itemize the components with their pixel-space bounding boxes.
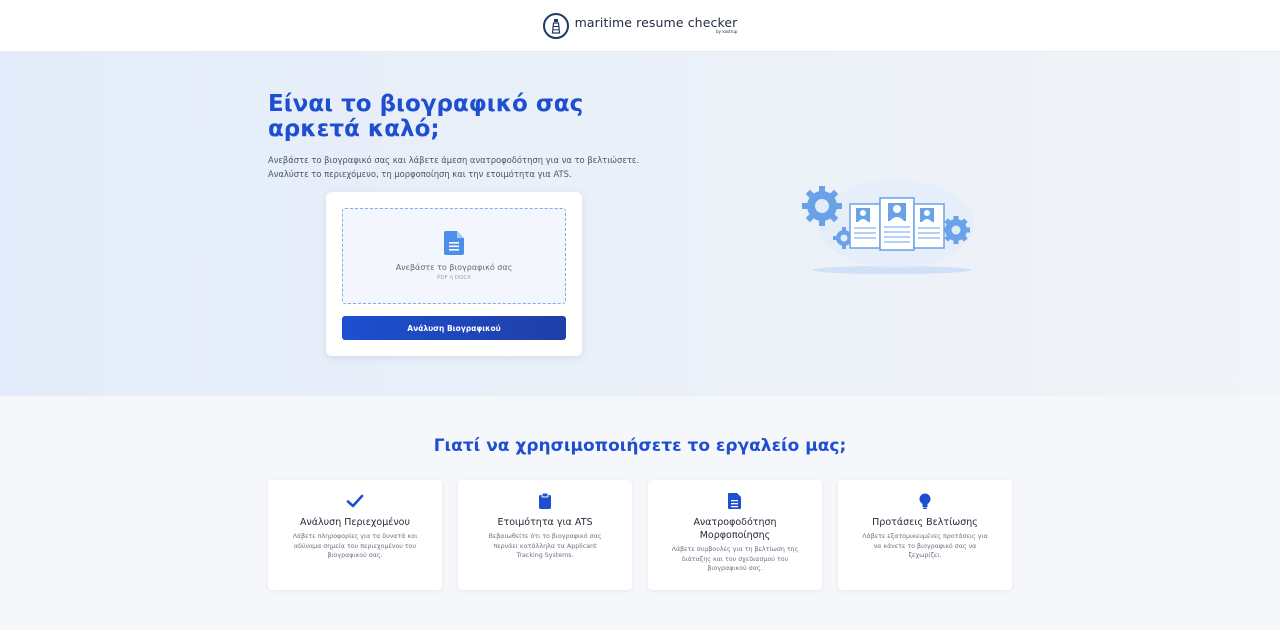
feature-description: Λάβετε συμβουλές για τη βελτίωση της διά…	[671, 546, 799, 572]
upload-card: Ανεβάστε το βιογραφικό σας PDF ή DOCX Αν…	[326, 192, 582, 356]
feature-description: Λάβετε εξατομικευμένες προτάσεις για να …	[862, 533, 988, 559]
dropzone-formats: PDF ή DOCX	[437, 275, 471, 281]
gear-icon	[802, 186, 842, 226]
feature-title: Προτάσεις Βελτίωσης	[872, 517, 978, 528]
dropzone-label: Ανεβάστε το βιογραφικό σας	[395, 263, 513, 272]
document-upload-icon	[444, 231, 464, 259]
feature-card-ats-readiness: Ετοιμότητα για ATS Βεβαιωθείτε ότι το βι…	[458, 480, 632, 590]
top-bar: maritime resume checker by kastrup	[0, 0, 1280, 52]
feature-card-formatting-feedback: Ανατροφοδότηση Μορφοποίησης Λάβετε συμβο…	[648, 480, 822, 590]
brand-logo[interactable]: maritime resume checker by kastrup	[542, 12, 738, 39]
document-icon	[726, 492, 744, 510]
feature-title: Ετοιμότητα για ATS	[497, 517, 593, 528]
resume-gears-illustration	[796, 172, 980, 280]
feature-card-content-analysis: Ανάλυση Περιεχομένου Λάβετε πληροφορίες …	[268, 480, 442, 590]
feature-title: Ανάλυση Περιεχομένου	[299, 517, 410, 528]
file-dropzone[interactable]: Ανεβάστε το βιογραφικό σας PDF ή DOCX	[342, 208, 566, 304]
gear-icon	[942, 216, 970, 244]
feature-title: Ανατροφοδότηση Μορφοποίησης	[693, 517, 777, 541]
brand-subtitle: by kastrup	[716, 29, 738, 35]
lightbulb-icon	[916, 492, 934, 510]
analyze-resume-button[interactable]: Ανάλυση Βιογραφικού	[342, 316, 566, 340]
clipboard-icon	[536, 492, 554, 510]
check-icon	[346, 492, 364, 510]
resume-document-icon	[849, 203, 881, 249]
feature-description: Βεβαιωθείτε ότι το βιογραφικό σας περνάε…	[488, 533, 602, 559]
feature-description: Λάβετε πληροφορίες για τα δυνατά και αδύ…	[292, 533, 418, 559]
lighthouse-icon	[542, 12, 569, 39]
resume-document-icon	[913, 203, 945, 249]
brand-name: maritime resume checker	[574, 14, 738, 30]
hero-title: Είναι το βιογραφικό σας αρκετά καλό;	[268, 91, 584, 142]
why-section-title: Γιατί να χρησιμοποιήσετε το εργαλείο μας…	[433, 436, 847, 456]
hero-section: Είναι το βιογραφικό σας αρκετά καλό; Ανε…	[0, 52, 1280, 396]
resume-document-icon	[879, 197, 915, 251]
feature-card-improvement-suggestions: Προτάσεις Βελτίωσης Λάβετε εξατομικευμέν…	[838, 480, 1012, 590]
hero-description: Ανεβάστε το βιογραφικό σας και λάβετε άμ…	[268, 155, 640, 179]
